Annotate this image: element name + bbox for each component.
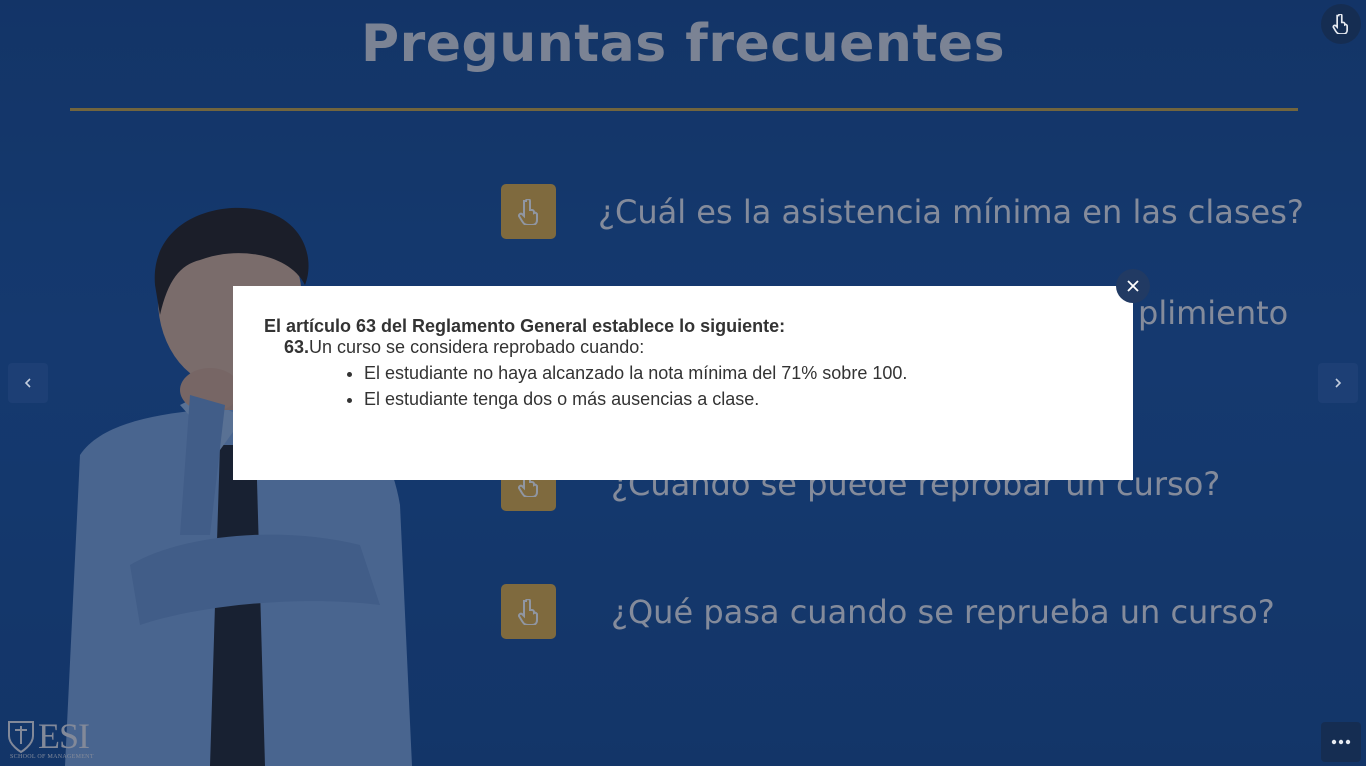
close-icon [1127, 280, 1139, 292]
list-item: El estudiante no haya alcanzado la nota … [364, 360, 1102, 386]
modal-heading: El artículo 63 del Reglamento General es… [264, 316, 786, 336]
hand-pointer-icon [1332, 14, 1348, 34]
close-modal-button[interactable] [1116, 269, 1150, 303]
more-options-button[interactable] [1321, 722, 1361, 762]
interaction-hint-button[interactable] [1321, 4, 1361, 44]
answer-modal: El artículo 63 del Reglamento General es… [233, 286, 1133, 480]
chevron-right-icon [1335, 378, 1342, 388]
more-horizontal-icon [1331, 739, 1351, 745]
list-item: El estudiante tenga dos o más ausencias … [364, 386, 1102, 412]
modal-article: 63.Un curso se considera reprobado cuand… [284, 337, 1102, 358]
modal-list: El estudiante no haya alcanzado la nota … [364, 360, 1102, 412]
article-number: 63. [284, 337, 310, 357]
article-text: Un curso se considera reprobado cuando: [309, 337, 645, 357]
prev-slide-button[interactable] [8, 363, 48, 403]
next-slide-button[interactable] [1318, 363, 1358, 403]
chevron-left-icon [24, 378, 31, 388]
